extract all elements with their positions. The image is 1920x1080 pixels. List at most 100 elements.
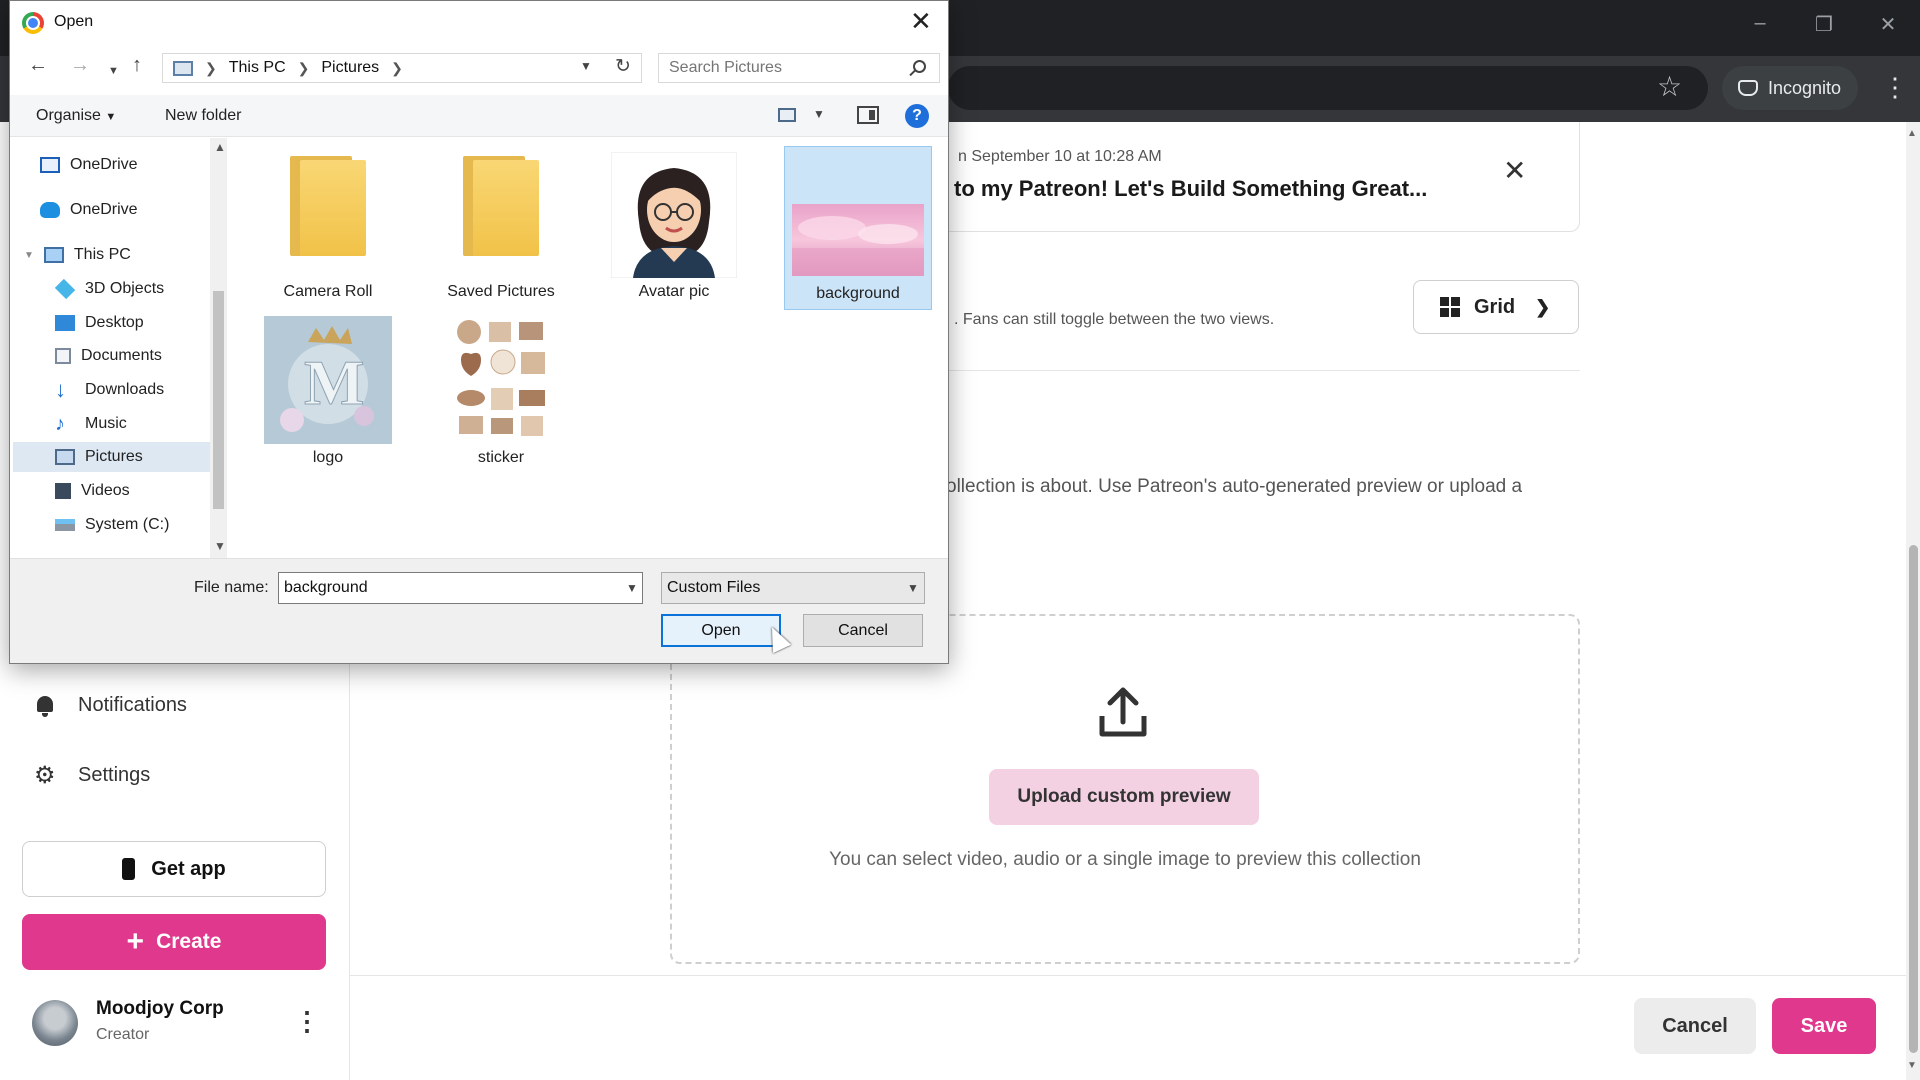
- nav-item-3d-objects[interactable]: 3D Objects: [54, 274, 164, 304]
- preview-pane-icon[interactable]: [857, 106, 879, 124]
- nav-item-videos[interactable]: Videos: [55, 476, 130, 506]
- path-dropdown-icon[interactable]: ▼: [580, 59, 592, 73]
- command-bar: Organise ▼ New folder ▼ ?: [10, 95, 948, 137]
- upload-help-text: You can select video, audio or a single …: [829, 849, 1421, 870]
- get-app-label: Get app: [151, 857, 226, 880]
- dialog-titlebar[interactable]: Open ✕: [10, 1, 948, 43]
- incognito-indicator[interactable]: Incognito: [1722, 66, 1858, 110]
- file-item-background[interactable]: background: [784, 146, 932, 310]
- search-box[interactable]: [658, 53, 940, 83]
- pictures-icon: [55, 449, 75, 465]
- save-button[interactable]: Save: [1772, 998, 1876, 1054]
- file-item-saved-pictures[interactable]: Saved Pictures: [427, 148, 575, 308]
- nav-item-documents[interactable]: Documents: [55, 341, 162, 371]
- nav-item-label: Videos: [81, 482, 130, 499]
- nav-item-downloads[interactable]: ↓ Downloads: [55, 375, 164, 405]
- nav-item-music[interactable]: ♪ Music: [55, 409, 127, 439]
- nav-item-system-c[interactable]: System (C:): [55, 510, 169, 540]
- scroll-up-icon[interactable]: ▲: [1907, 128, 1917, 139]
- scroll-up-icon[interactable]: ▲: [214, 140, 226, 154]
- bookmark-star-icon[interactable]: ☆: [1657, 72, 1682, 102]
- profile-menu-icon[interactable]: ⋮: [294, 1006, 320, 1037]
- chevron-down-icon: ▼: [105, 111, 117, 123]
- nav-item-pictures[interactable]: Pictures: [13, 442, 210, 472]
- nav-item-label: Documents: [81, 347, 162, 364]
- navigation-pane: OneDrive OneDrive ▼ This PC 3D Objects D…: [10, 138, 210, 558]
- recent-locations-chevron-icon[interactable]: ▼: [108, 61, 119, 81]
- sidebar-item-label: Settings: [78, 764, 151, 786]
- scroll-down-icon[interactable]: ▼: [214, 539, 226, 553]
- nav-item-this-pc[interactable]: ▼ This PC: [24, 240, 131, 270]
- breadcrumb-item[interactable]: Pictures: [321, 59, 379, 77]
- nav-item-desktop[interactable]: Desktop: [55, 308, 144, 338]
- music-note-icon: ♪: [55, 412, 65, 435]
- refresh-icon[interactable]: ↻: [615, 55, 631, 78]
- upload-icon: [1099, 687, 1147, 737]
- breadcrumb-separator-icon: ❯: [205, 59, 217, 76]
- grid-icon: [1440, 297, 1460, 317]
- download-arrow-icon: ↓: [55, 377, 66, 402]
- nav-item-label: Desktop: [85, 314, 144, 331]
- desktop-icon: [55, 315, 75, 331]
- restore-icon[interactable]: ❐: [1804, 12, 1844, 37]
- file-item-avatar-pic[interactable]: Avatar pic: [600, 148, 748, 308]
- view-mode-icon[interactable]: [778, 108, 796, 122]
- footer-divider: [350, 975, 1906, 976]
- back-arrow-icon[interactable]: ←: [28, 55, 48, 75]
- help-icon[interactable]: ?: [905, 104, 929, 128]
- plus-icon: +: [126, 925, 145, 958]
- create-button[interactable]: + Create: [22, 914, 326, 970]
- breadcrumb-separator-icon: ❯: [297, 59, 310, 76]
- nav-item-onedrive-business[interactable]: OneDrive: [40, 150, 138, 180]
- file-name-input[interactable]: background: [278, 572, 643, 604]
- folder-icon: [463, 156, 539, 256]
- file-item-sticker[interactable]: sticker: [427, 314, 575, 470]
- avatar: [32, 1000, 78, 1046]
- file-item-label: background: [816, 285, 900, 302]
- close-icon[interactable]: ✕: [910, 7, 932, 35]
- page-scrollbar-thumb[interactable]: [1909, 545, 1918, 1053]
- nav-item-label: Music: [85, 415, 127, 432]
- up-arrow-icon[interactable]: ↑: [132, 55, 142, 75]
- file-type-select[interactable]: Custom Files: [661, 572, 925, 604]
- get-app-button[interactable]: Get app: [22, 841, 326, 897]
- background-thumbnail: [792, 204, 924, 276]
- profile-block[interactable]: Moodjoy Corp Creator ⋮: [32, 998, 332, 1048]
- sidebar-item-settings[interactable]: ⚙ Settings: [34, 761, 150, 790]
- breadcrumb-item[interactable]: This PC: [229, 59, 286, 77]
- dialog-cancel-button[interactable]: Cancel: [803, 614, 923, 647]
- nav-item-label: This PC: [73, 246, 131, 263]
- preview-description: ollection is about. Use Patreon's auto-g…: [946, 476, 1523, 497]
- gear-icon: ⚙: [34, 762, 56, 789]
- dialog-footer: File name: background ▼ Custom Files ▼ O…: [10, 558, 948, 663]
- browser-menu-icon[interactable]: ⋮: [1882, 74, 1908, 100]
- view-mode-dropdown-icon[interactable]: ▼: [813, 107, 825, 121]
- close-icon[interactable]: ✕: [1503, 156, 1526, 186]
- scroll-down-icon[interactable]: ▼: [1907, 1060, 1917, 1071]
- file-item-logo[interactable]: M logo: [254, 314, 402, 470]
- close-window-icon[interactable]: ✕: [1868, 12, 1908, 37]
- bell-icon: [34, 695, 56, 717]
- path-bar[interactable]: ❯ This PC ❯ Pictures ❯: [162, 53, 642, 83]
- film-icon: [55, 483, 71, 499]
- sidebar-item-notifications[interactable]: Notifications: [34, 694, 187, 717]
- new-folder-button[interactable]: New folder: [165, 107, 241, 125]
- onedrive-cloud-icon: [40, 202, 60, 218]
- nav-item-onedrive[interactable]: OneDrive: [40, 195, 138, 225]
- minimize-icon[interactable]: –: [1740, 12, 1780, 35]
- breadcrumb-separator-icon: ❯: [391, 59, 403, 76]
- file-name-dropdown-icon[interactable]: ▼: [626, 581, 638, 595]
- create-label: Create: [156, 930, 222, 953]
- sticker-thumbnail: [451, 316, 551, 444]
- cancel-button[interactable]: Cancel: [1634, 998, 1756, 1054]
- file-type-dropdown-icon[interactable]: ▼: [907, 581, 919, 595]
- upload-custom-preview-button[interactable]: Upload custom preview: [989, 769, 1259, 825]
- file-item-camera-roll[interactable]: Camera Roll: [254, 148, 402, 308]
- view-select[interactable]: Grid ❯: [1413, 280, 1579, 334]
- organise-menu[interactable]: Organise ▼: [36, 107, 116, 125]
- search-input[interactable]: [669, 59, 899, 77]
- file-item-label: Camera Roll: [283, 283, 373, 300]
- navigation-scrollbar-thumb[interactable]: [213, 291, 224, 509]
- address-bar[interactable]: [948, 66, 1708, 110]
- forward-arrow-icon[interactable]: →: [70, 55, 90, 75]
